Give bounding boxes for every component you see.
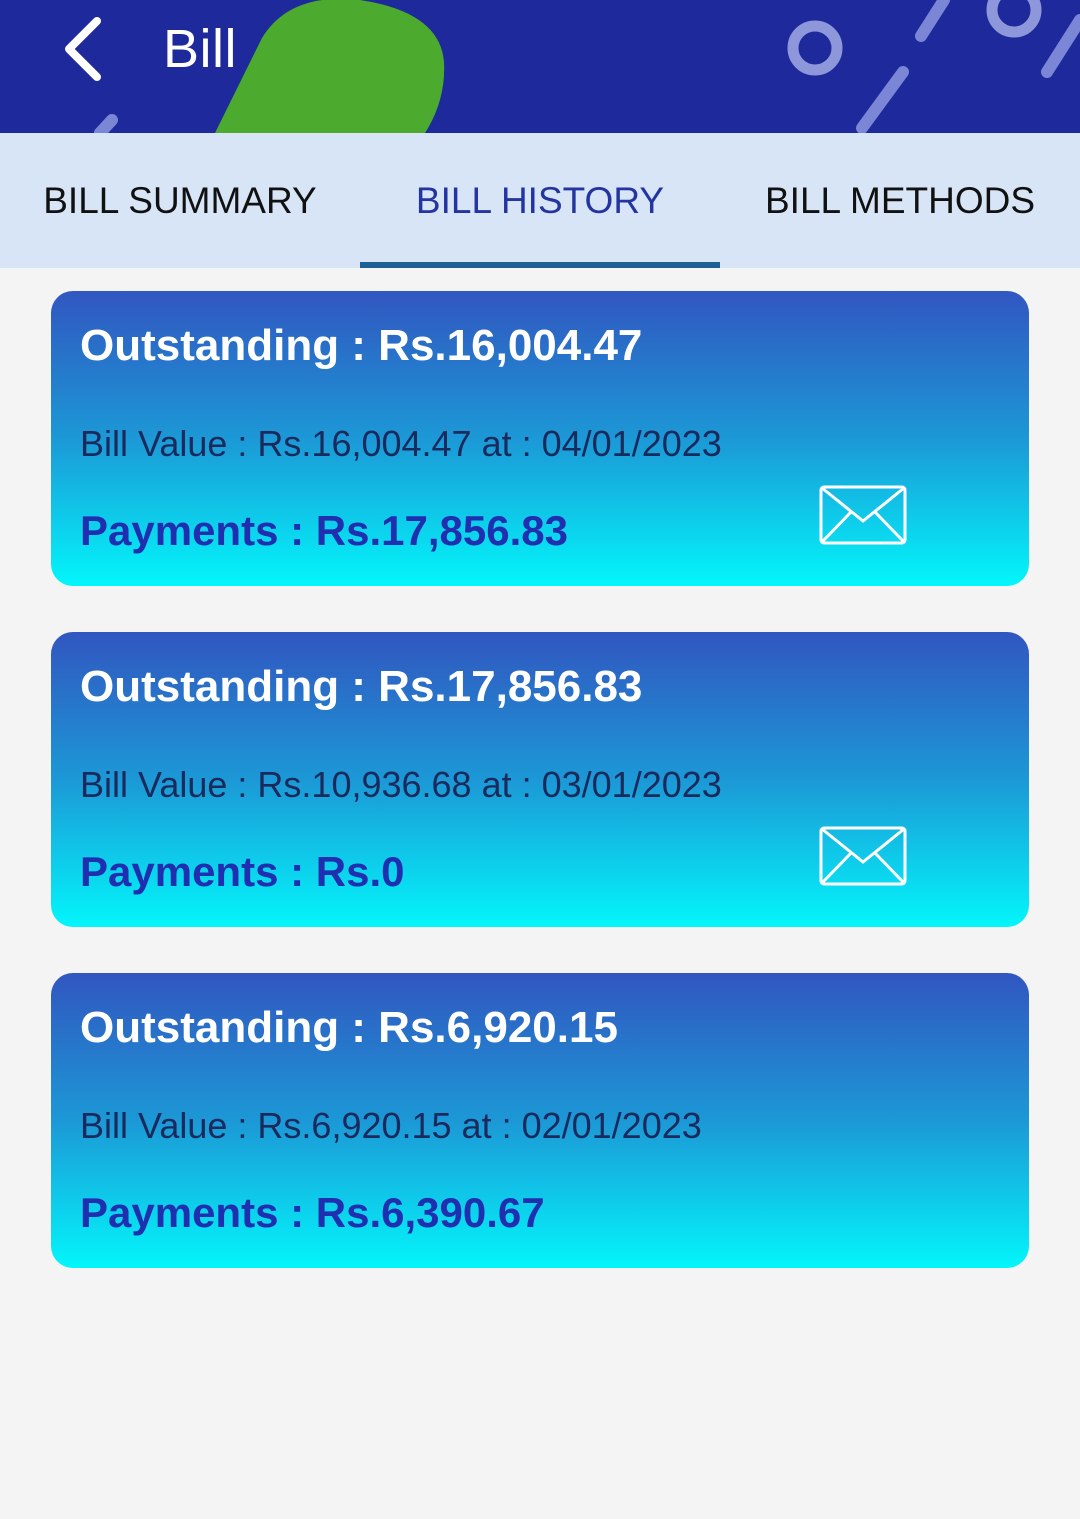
outstanding-amount: Outstanding : Rs.17,856.83 (80, 662, 643, 711)
email-bill-button[interactable] (819, 826, 907, 886)
back-button[interactable] (48, 14, 118, 84)
tab-bill-history[interactable]: BILL HISTORY (360, 133, 720, 268)
mail-icon (819, 826, 907, 886)
payments-amount: Payments : Rs.0 (80, 848, 405, 895)
tab-bill-methods[interactable]: BILL METHODS (720, 133, 1080, 268)
bill-value: Bill Value : Rs.16,004.47 at : 04/01/202… (80, 423, 722, 464)
header-decoration (94, 0, 1080, 133)
bill-card[interactable]: Outstanding : Rs.17,856.83 Bill Value : … (51, 632, 1029, 927)
tab-bar: BILL SUMMARY BILL HISTORY BILL METHODS (0, 133, 1080, 268)
page-title: Bill (163, 19, 238, 79)
bill-value: Bill Value : Rs.6,920.15 at : 02/01/2023 (80, 1105, 702, 1146)
chevron-left-icon (65, 17, 101, 81)
app-bar: Bill (0, 0, 1080, 133)
payments-amount: Payments : Rs.17,856.83 (80, 507, 568, 554)
mail-icon (819, 485, 907, 545)
bill-history-list: Outstanding : Rs.16,004.47 Bill Value : … (51, 291, 1029, 1314)
email-bill-button[interactable] (819, 485, 907, 545)
payments-amount: Payments : Rs.6,390.67 (80, 1189, 545, 1236)
tab-bill-summary[interactable]: BILL SUMMARY (0, 133, 360, 268)
active-tab-indicator (360, 262, 720, 268)
outstanding-amount: Outstanding : Rs.6,920.15 (80, 1003, 618, 1052)
bill-card[interactable]: Outstanding : Rs.16,004.47 Bill Value : … (51, 291, 1029, 586)
bill-card[interactable]: Outstanding : Rs.6,920.15 Bill Value : R… (51, 973, 1029, 1268)
outstanding-amount: Outstanding : Rs.16,004.47 (80, 321, 643, 370)
bill-value: Bill Value : Rs.10,936.68 at : 03/01/202… (80, 764, 722, 805)
